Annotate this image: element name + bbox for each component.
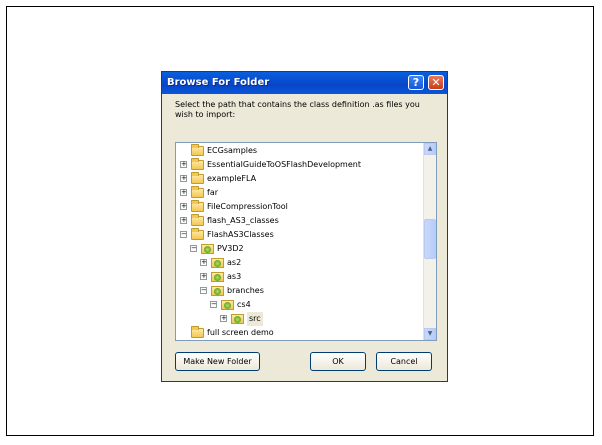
cancel-button[interactable]: Cancel <box>376 352 432 371</box>
tree-item-label: as2 <box>227 258 242 267</box>
scroll-up-button[interactable]: ▲ <box>424 143 436 155</box>
expand-icon[interactable]: + <box>180 161 187 168</box>
folder-icon <box>191 214 204 226</box>
tree-item-label: PV3D2 <box>217 244 244 253</box>
folder-icon <box>191 172 204 184</box>
scroll-thumb[interactable] <box>424 219 436 259</box>
collapse-icon[interactable]: − <box>180 231 187 238</box>
expand-icon[interactable]: + <box>220 315 227 322</box>
expand-icon[interactable]: + <box>180 217 187 224</box>
svn-folder-icon <box>231 314 244 324</box>
vertical-scrollbar[interactable]: ▲ ▼ <box>423 143 436 340</box>
tree-item-label: ECGsamples <box>207 146 258 155</box>
tree-item-label: flash_AS3_classes <box>207 216 279 225</box>
expand-icon[interactable]: + <box>180 175 187 182</box>
scroll-down-button[interactable]: ▼ <box>424 328 436 340</box>
browse-for-folder-dialog: Browse For Folder ? ✕ Select the path th… <box>161 71 448 382</box>
tree-item-label: exampleFLA <box>207 174 257 183</box>
tree-item-label: src <box>247 312 263 326</box>
folder-tree-list: ECGsamples + EssentialGuideToOSFlashDevelo… <box>176 143 423 340</box>
svn-folder-icon <box>211 272 224 282</box>
svn-folder-icon <box>221 300 234 310</box>
folder-icon <box>191 326 204 338</box>
svn-folder-icon <box>211 286 224 296</box>
svn-folder-icon <box>211 258 224 268</box>
folder-tree[interactable]: ECGsamples + EssentialGuideToOSFlashDevelo… <box>175 142 437 341</box>
close-button[interactable]: ✕ <box>428 75 444 90</box>
expand-icon[interactable]: + <box>180 189 187 196</box>
tree-item-label: FileCompressionTool <box>207 202 288 211</box>
dialog-title: Browse For Folder <box>167 77 270 88</box>
prompt-text: Select the path that contains the class … <box>175 100 420 119</box>
collapse-icon[interactable]: − <box>200 287 207 294</box>
folder-icon <box>191 158 204 170</box>
tree-item-label: EssentialGuideToOSFlashDevelopment <box>207 160 361 169</box>
tree-item-label: cs4 <box>237 300 251 309</box>
make-new-folder-button[interactable]: Make New Folder <box>175 352 260 371</box>
tree-item-label: FlashAS3Classes <box>207 230 274 239</box>
svn-folder-icon <box>201 244 214 254</box>
tree-item-label: as3 <box>227 272 242 281</box>
folder-icon <box>191 144 204 156</box>
expand-icon[interactable]: + <box>180 203 187 210</box>
tree-item-label: far <box>207 188 219 197</box>
expand-icon[interactable]: + <box>200 259 207 266</box>
help-button[interactable]: ? <box>408 75 424 90</box>
tree-item-label: branches <box>227 286 264 295</box>
title-bar[interactable]: Browse For Folder ? ✕ <box>162 72 447 94</box>
tree-item-label: full screen demo <box>207 328 274 337</box>
folder-icon <box>191 200 204 212</box>
collapse-icon[interactable]: − <box>210 301 217 308</box>
folder-icon <box>191 186 204 198</box>
collapse-icon[interactable]: − <box>190 245 197 252</box>
folder-icon <box>191 228 204 240</box>
expand-icon[interactable]: + <box>200 273 207 280</box>
ok-button[interactable]: OK <box>310 352 366 371</box>
